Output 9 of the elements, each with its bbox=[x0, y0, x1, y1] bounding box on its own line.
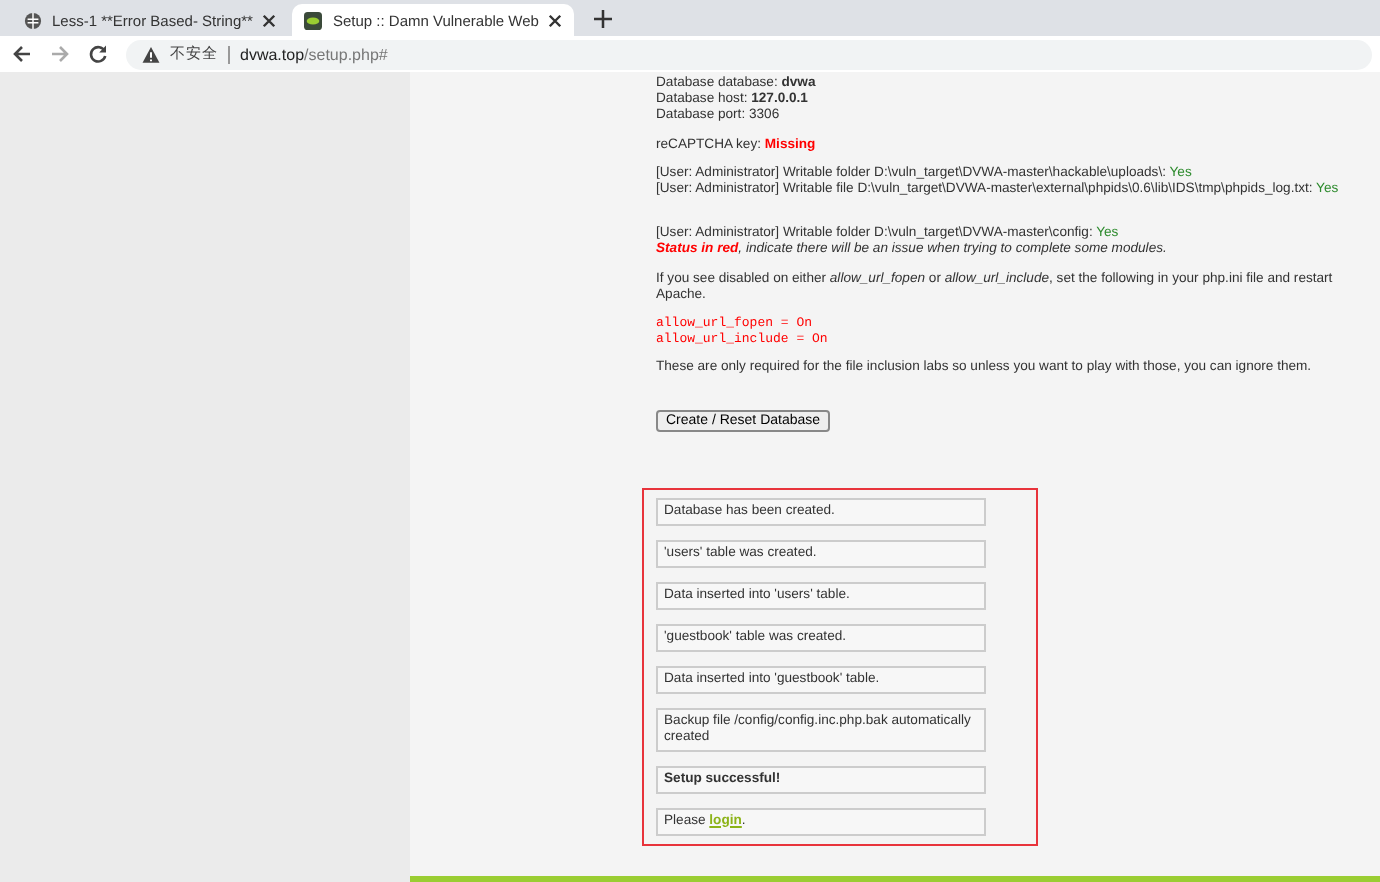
new-tab-icon[interactable] bbox=[594, 10, 613, 28]
warning-icon bbox=[142, 45, 160, 63]
reload-icon[interactable] bbox=[88, 44, 108, 64]
back-icon[interactable] bbox=[12, 44, 32, 64]
site-icon bbox=[304, 11, 323, 29]
close-icon[interactable] bbox=[262, 13, 277, 27]
close-icon[interactable] bbox=[548, 13, 563, 27]
globe-icon bbox=[24, 11, 42, 29]
url-text: dvwa.top/setup.php# bbox=[240, 45, 388, 63]
